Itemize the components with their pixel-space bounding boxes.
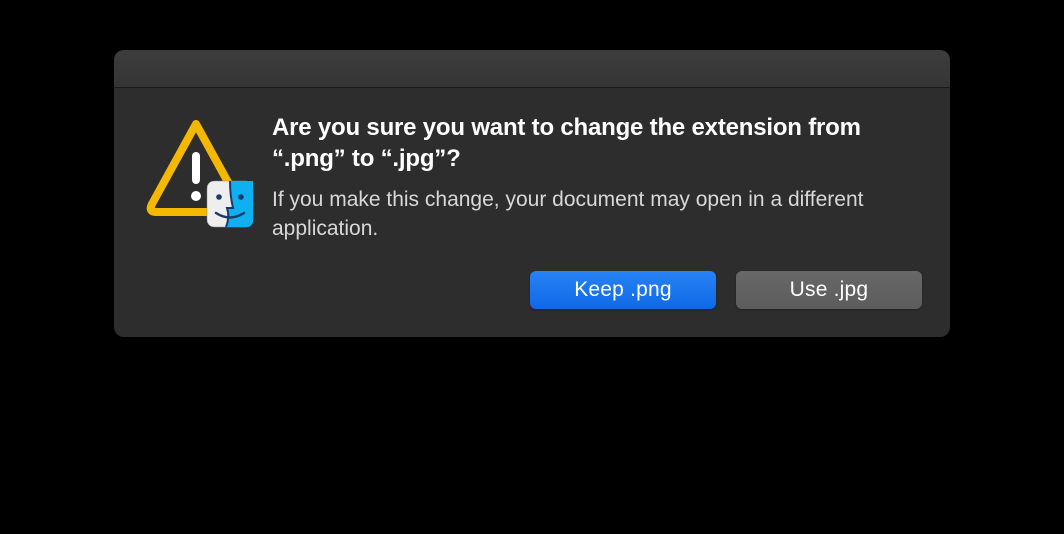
dialog-titlebar [114, 50, 950, 88]
dialog-actions: Keep .png Use .jpg [114, 267, 950, 337]
keep-extension-button[interactable]: Keep .png [530, 271, 716, 309]
alert-icon-group [146, 118, 246, 218]
dialog-message: If you make this change, your document m… [272, 186, 922, 243]
alert-dialog: Are you sure you want to change the exte… [114, 50, 950, 337]
use-new-extension-button[interactable]: Use .jpg [736, 271, 922, 309]
dialog-title: Are you sure you want to change the exte… [272, 112, 922, 174]
finder-icon [206, 180, 254, 228]
dialog-icon-column [146, 112, 246, 243]
dialog-text-column: Are you sure you want to change the exte… [272, 112, 922, 243]
dialog-body: Are you sure you want to change the exte… [114, 88, 950, 267]
